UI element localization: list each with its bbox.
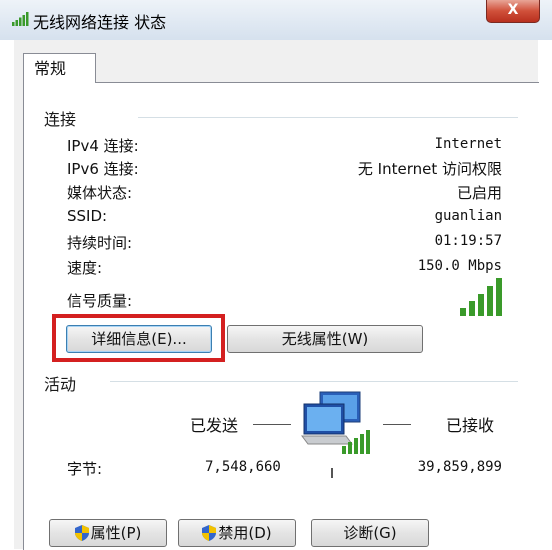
media-state-label: 媒体状态: bbox=[67, 184, 133, 202]
ssid-value: guanlian bbox=[434, 208, 502, 224]
speed-value: 150.0 Mbps bbox=[417, 258, 502, 274]
bytes-label: 字节: bbox=[67, 460, 103, 478]
content-layer: 连接 IPv4 连接: Internet IPv6 连接: 无 Internet… bbox=[0, 0, 552, 549]
activity-divider bbox=[110, 381, 518, 382]
connection-heading: 连接 bbox=[44, 110, 77, 129]
ipv6-label: IPv6 连接: bbox=[67, 160, 139, 178]
activity-link-line bbox=[331, 468, 333, 478]
disable-button-label: 禁用(D) bbox=[218, 524, 272, 542]
media-state-value: 已启用 bbox=[456, 184, 502, 202]
duration-value: 01:19:57 bbox=[434, 233, 502, 249]
signal-quality-label: 信号质量: bbox=[67, 292, 133, 310]
signal-quality-icon bbox=[460, 278, 502, 316]
properties-button-label: 属性(P) bbox=[90, 524, 142, 542]
speed-label: 速度: bbox=[67, 259, 103, 277]
sent-line bbox=[253, 424, 291, 425]
bytes-sent-value: 7,548,660 bbox=[205, 459, 281, 475]
bytes-received-value: 39,859,899 bbox=[417, 459, 502, 475]
ssid-label: SSID: bbox=[67, 207, 108, 225]
uac-shield-icon bbox=[202, 525, 217, 541]
activity-heading: 活动 bbox=[44, 375, 77, 394]
disable-button[interactable]: 禁用(D) bbox=[178, 519, 296, 547]
uac-shield-icon bbox=[74, 525, 89, 541]
network-computers-icon bbox=[301, 391, 370, 454]
details-highlight-box bbox=[52, 314, 225, 362]
wireless-properties-button[interactable]: 无线属性(W) bbox=[227, 325, 423, 353]
ipv6-value: 无 Internet 访问权限 bbox=[357, 160, 502, 178]
diagnose-button[interactable]: 诊断(G) bbox=[311, 519, 429, 547]
ipv4-label: IPv4 连接: bbox=[67, 137, 139, 155]
ipv4-value: Internet bbox=[434, 136, 502, 152]
sent-label: 已发送 bbox=[190, 416, 239, 435]
duration-label: 持续时间: bbox=[67, 234, 133, 252]
connection-divider bbox=[138, 117, 518, 118]
received-label: 已接收 bbox=[446, 416, 495, 435]
received-line bbox=[383, 424, 411, 425]
properties-button[interactable]: 属性(P) bbox=[49, 519, 167, 547]
